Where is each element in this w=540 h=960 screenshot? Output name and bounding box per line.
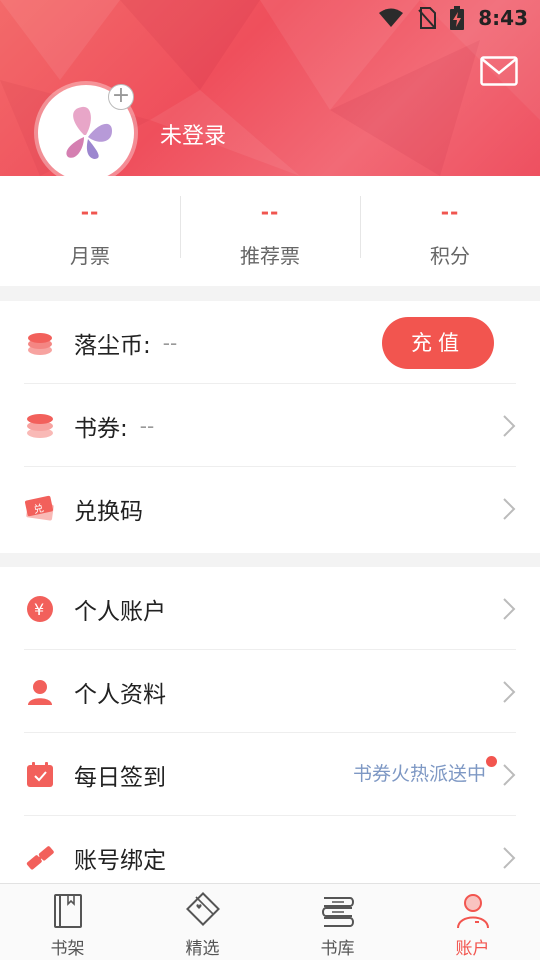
- monthly-ticket-stat[interactable]: -- 月票: [0, 176, 180, 286]
- yuan-coin-icon: ¥: [24, 593, 56, 625]
- vouchers-label: 书券:: [74, 415, 128, 442]
- notification-dot: [486, 756, 497, 767]
- chevron-right-icon: [503, 597, 516, 620]
- link-icon: [24, 842, 56, 874]
- chevron-right-icon: [503, 414, 516, 437]
- account-binding-row[interactable]: 账号绑定: [0, 816, 540, 883]
- coins-row[interactable]: 落尘币: -- 充值: [0, 301, 540, 384]
- redeem-ticket-icon: 兑: [24, 493, 56, 525]
- stat-value: --: [440, 200, 460, 224]
- checkin-promo-text: 书券火热派送中: [352, 763, 486, 785]
- coins-label: 落尘币:: [74, 332, 151, 359]
- account-section: ¥ 个人账户 个人资料 每日签到 书券火热派送中 账号绑定: [0, 567, 540, 883]
- recharge-button[interactable]: 充值: [382, 317, 494, 369]
- status-bar: 8:43: [378, 6, 528, 30]
- profile-row[interactable]: 个人资料: [0, 650, 540, 733]
- wifi-icon: [379, 8, 404, 27]
- tab-label: 书库: [320, 939, 355, 959]
- personal-account-row[interactable]: ¥ 个人账户: [0, 567, 540, 650]
- status-time: 8:43: [478, 6, 528, 30]
- library-icon: [321, 897, 354, 927]
- personal-account-label: 个人账户: [74, 598, 166, 625]
- tab-label: 精选: [185, 939, 220, 959]
- coins-icon: [24, 327, 56, 359]
- stat-label: 积分: [430, 244, 470, 268]
- person-icon: [24, 676, 56, 708]
- daily-checkin-row[interactable]: 每日签到 书券火热派送中: [0, 733, 540, 816]
- chevron-right-icon: [503, 763, 516, 786]
- chevron-right-icon: [503, 497, 516, 520]
- redeem-label: 兑换码: [74, 498, 143, 525]
- stat-label: 推荐票: [240, 244, 300, 268]
- account-icon: [456, 894, 489, 929]
- tab-account[interactable]: 账户: [405, 884, 540, 960]
- chevron-right-icon: [503, 680, 516, 703]
- tab-featured[interactable]: 精选: [135, 884, 270, 960]
- battery-charging-icon: [450, 6, 465, 30]
- daily-checkin-label: 每日签到: [74, 764, 166, 791]
- login-status[interactable]: 未登录: [160, 118, 226, 150]
- tab-label: 账户: [455, 939, 490, 959]
- stat-value: --: [80, 200, 100, 224]
- account-binding-label: 账号绑定: [74, 847, 166, 874]
- redeem-row[interactable]: 兑 兑换码: [0, 467, 540, 550]
- stat-value: --: [260, 200, 280, 224]
- tab-label: 书架: [50, 939, 85, 959]
- wallet-section: 落尘币: -- 充值 书券: -- 兑 兑换码: [0, 301, 540, 553]
- tab-bookshelf[interactable]: 书架: [0, 884, 135, 960]
- svg-text:¥: ¥: [34, 600, 44, 619]
- vouchers-row[interactable]: 书券: --: [0, 384, 540, 467]
- calendar-check-icon: [24, 759, 56, 791]
- vouchers-value: --: [139, 413, 155, 438]
- bookshelf-icon: [53, 894, 82, 928]
- tab-library[interactable]: 书库: [270, 884, 405, 960]
- stat-label: 月票: [70, 244, 110, 268]
- coins-value: --: [162, 330, 178, 355]
- add-avatar-button[interactable]: +: [108, 84, 134, 110]
- vouchers-icon: [24, 410, 56, 442]
- profile-label: 个人资料: [74, 681, 166, 708]
- no-sim-icon: [418, 7, 437, 29]
- bottom-tab-bar: 书架 精选 书库 账户: [0, 883, 540, 960]
- recommend-ticket-stat[interactable]: -- 推荐票: [180, 176, 360, 286]
- points-stat[interactable]: -- 积分: [360, 176, 540, 286]
- stats-bar: -- 月票 -- 推荐票 -- 积分: [0, 176, 540, 286]
- featured-icon: [185, 892, 220, 926]
- chevron-right-icon: [503, 846, 516, 869]
- mail-icon[interactable]: [480, 56, 518, 86]
- butterfly-logo-icon: [66, 106, 112, 159]
